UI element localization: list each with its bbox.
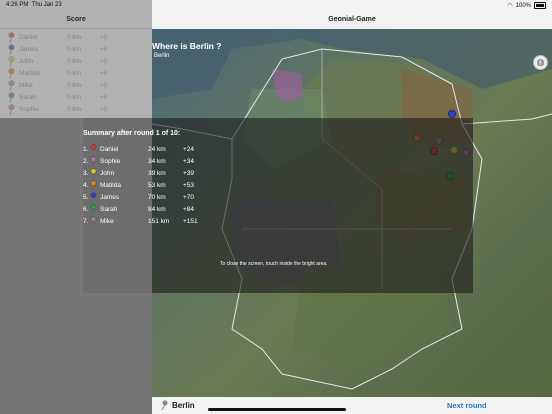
summary-distance: 151 km — [148, 218, 170, 225]
summary-distance: 34 km — [148, 158, 166, 165]
summary-rank: 1. — [83, 146, 89, 153]
player-marker-james — [448, 110, 456, 118]
summary-player-name: Sarah — [100, 206, 118, 213]
dim-overlay[interactable] — [0, 118, 83, 414]
status-time: 4:26 PM — [6, 2, 29, 8]
summary-player-name: James — [100, 194, 120, 201]
summary-distance: 53 km — [148, 182, 166, 189]
summary-player-name: Sophie — [100, 158, 121, 165]
location-indicator: Berlin — [160, 400, 195, 410]
status-right: ◠ 100% — [507, 2, 546, 9]
summary-points: +34 — [183, 158, 195, 165]
summary-player-name: Mike — [100, 218, 114, 225]
summary-rank: 3. — [83, 170, 89, 177]
next-round-button[interactable]: Next round — [447, 401, 487, 410]
round-summary-panel[interactable]: Summary after round 1 of 10: 1. Daniel 24 … — [83, 118, 473, 293]
dim-overlay[interactable] — [83, 293, 152, 414]
summary-rank: 5. — [83, 194, 89, 201]
summary-row: 3. John 39 km +39 — [83, 168, 283, 180]
summary-distance: 70 km — [148, 194, 166, 201]
status-time-date: 4:26 PM Thu Jan 23 — [6, 2, 62, 8]
home-indicator[interactable] — [208, 408, 346, 411]
globe-icon[interactable]: ◍ — [533, 55, 548, 70]
summary-points: +53 — [183, 182, 195, 189]
summary-points: +84 — [183, 206, 195, 213]
pin-icon — [161, 400, 168, 410]
summary-content: Summary after round 1 of 10: 1. Daniel 24 … — [83, 118, 473, 293]
battery-icon — [534, 2, 546, 9]
summary-points: +24 — [183, 146, 195, 153]
battery-percent: 100% — [515, 2, 531, 9]
summary-row: 7. Mike 151 km +151 — [83, 216, 283, 228]
close-hint: To close the screen, touch inside the br… — [220, 261, 328, 267]
summary-row: 4. Matilda 53 km +53 — [83, 180, 283, 192]
question-text: Where is Berlin ? — [152, 41, 222, 51]
wifi-icon: ◠ — [507, 3, 513, 9]
summary-title: Summary after round 1 of 10: — [83, 130, 181, 137]
status-date: Thu Jan 23 — [31, 2, 62, 8]
summary-row: 6. Sarah 84 km +84 — [83, 204, 283, 216]
summary-player-name: Matilda — [100, 182, 121, 189]
summary-rank: 6. — [83, 206, 89, 213]
summary-player-name: John — [100, 170, 115, 177]
summary-points: +39 — [183, 170, 195, 177]
summary-rank: 2. — [83, 158, 89, 165]
game-title: Geonial-Game — [328, 16, 376, 23]
summary-distance: 84 km — [148, 206, 166, 213]
player-pin-icon — [89, 216, 98, 229]
summary-rank: 4. — [83, 182, 89, 189]
target-city-label: Berlin — [154, 53, 170, 59]
summary-distance: 24 km — [148, 146, 166, 153]
summary-rank: 7. — [83, 218, 89, 225]
dim-overlay[interactable] — [0, 0, 152, 118]
summary-row: 2. Sophie 34 km +34 — [83, 156, 283, 168]
summary-row: 5. James 70 km +70 — [83, 192, 283, 204]
location-label: Berlin — [172, 400, 195, 410]
summary-distance: 39 km — [148, 170, 166, 177]
summary-points: +70 — [183, 194, 195, 201]
summary-row: 1. Daniel 24 km +24 — [83, 144, 283, 156]
summary-player-name: Daniel — [100, 146, 119, 153]
status-bar: 4:26 PM Thu Jan 23 ◠ 100% — [0, 0, 552, 11]
summary-points: +151 — [183, 218, 198, 225]
bottom-toolbar — [152, 397, 552, 414]
